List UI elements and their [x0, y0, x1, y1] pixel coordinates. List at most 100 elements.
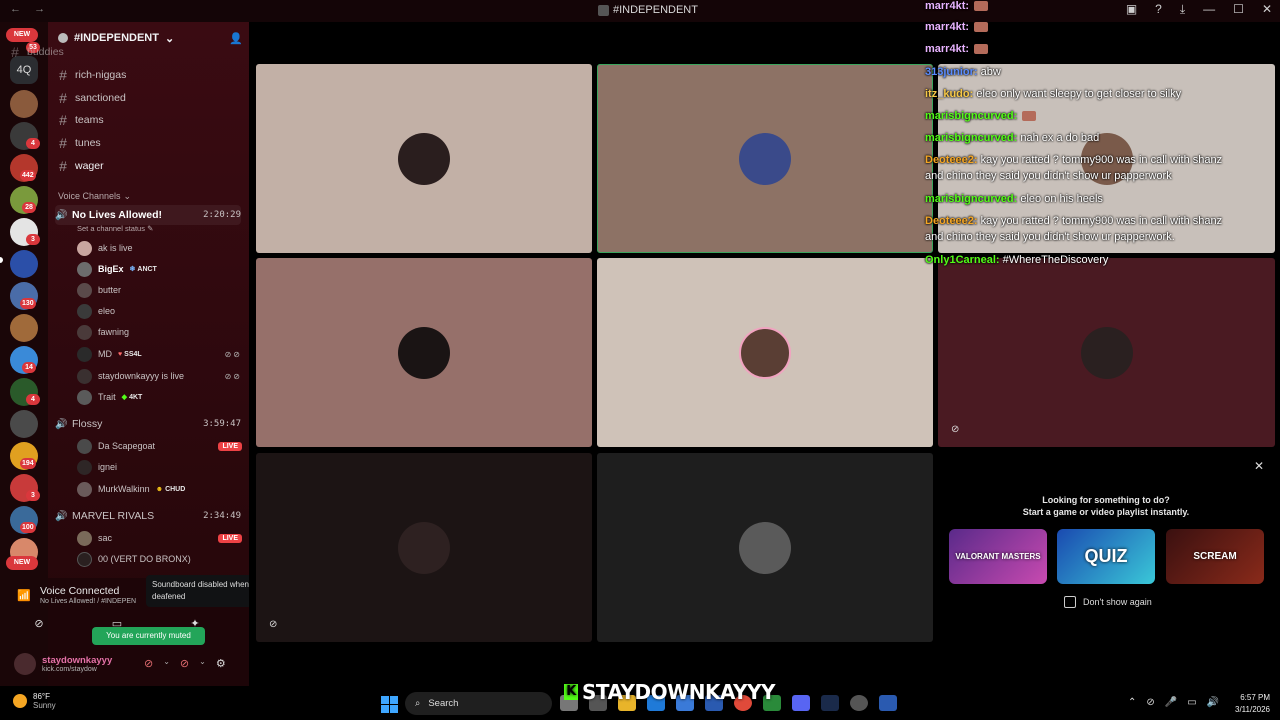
activity-card-scream[interactable]: SCREAM [1166, 529, 1264, 584]
voice-member[interactable]: ignei [77, 458, 242, 476]
display-icon[interactable]: ▭ [1187, 697, 1196, 708]
dont-show-again-checkbox[interactable]: Don't show again [1064, 596, 1152, 608]
voice-channel-no-lives-allowed[interactable]: 🔊 No Lives Allowed! 2:20:29 [55, 205, 241, 225]
chat-message: and chino they said you didn't show ur p… [925, 231, 1175, 243]
network-icon[interactable]: ⊘ [1146, 697, 1154, 708]
chat-text: and chino they said you didn't show ur p… [925, 170, 1172, 182]
channel-buddies[interactable]: # buddies [10, 43, 64, 61]
help-icon[interactable]: ? [1155, 2, 1162, 17]
voice-channels-header[interactable]: Voice Channels ⌄ [58, 191, 131, 202]
voice-member[interactable]: MD ♥ SS4L ⊘⊘ [77, 345, 242, 363]
download-icon[interactable]: ⤓ [1180, 2, 1185, 17]
participant-avatar [398, 132, 450, 185]
participant-tile[interactable] [597, 258, 933, 447]
chevron-down-icon[interactable]: ⌄ [199, 657, 206, 670]
hash-icon: # [59, 158, 67, 174]
channel-rich-niggas[interactable]: # rich-niggas [58, 66, 126, 84]
new-unreads-pill[interactable]: NEW [6, 556, 38, 570]
channel-label: wager [75, 160, 104, 172]
back-arrow-icon[interactable]: ← [10, 3, 21, 15]
minimize-icon[interactable]: — [1203, 2, 1215, 17]
clan-tag: ☻ CHUD [155, 485, 186, 493]
server-icon[interactable] [10, 90, 38, 118]
new-unreads-pill[interactable]: NEW [6, 28, 38, 42]
windows-start-icon[interactable] [381, 696, 398, 713]
microphone-icon[interactable]: 🎤 [1165, 697, 1177, 708]
mention-badge: 4 [26, 138, 40, 149]
activity-card-quiz[interactable]: QUIZ [1057, 529, 1155, 584]
app-icon[interactable] [879, 695, 897, 711]
mic-muted-icon[interactable]: ⊘ [144, 657, 153, 670]
participant-tile[interactable]: ⊘ [938, 258, 1275, 447]
close-icon[interactable]: ✕ [1254, 459, 1264, 473]
chat-username: marisbigncurved: [925, 193, 1021, 205]
channel-label: teams [75, 114, 104, 126]
weather-widget[interactable]: 86°F Sunny [13, 692, 56, 710]
window-title: #INDEPENDENT [598, 4, 698, 16]
steam-icon[interactable] [821, 695, 839, 711]
channel-label: sanctioned [75, 92, 126, 104]
voice-member[interactable]: MurkWalkinn ☻ CHUD [77, 480, 242, 498]
chat-username: Deoteee2: [925, 154, 981, 166]
signal-icon[interactable]: 📶 [17, 589, 31, 602]
close-icon[interactable]: ✕ [1262, 2, 1272, 17]
add-member-icon[interactable]: 👤 [229, 32, 243, 45]
gear-icon[interactable]: ⚙ [216, 657, 226, 670]
chat-message: marr4kt: [925, 21, 989, 33]
voice-member[interactable]: eleo [77, 302, 242, 320]
voice-member[interactable]: butter [77, 281, 242, 299]
member-name: sac [98, 533, 113, 543]
server-icon[interactable] [10, 410, 38, 438]
channel-tunes[interactable]: # tunes [58, 134, 101, 152]
channel-label: buddies [27, 46, 64, 58]
member-name: BigEx [98, 264, 124, 274]
voice-channel-flossy[interactable]: 🔊 Flossy 3:59:47 [55, 414, 241, 434]
hash-icon: # [59, 112, 67, 128]
headphones-deafened-icon[interactable]: ⊘ [180, 657, 189, 670]
clock[interactable]: 6:57 PM 3/11/2026 [1226, 692, 1270, 716]
chat-message: itz_kudo: eleo only want sleepy to get c… [925, 88, 1181, 100]
chat-text: and chino they said you didn't show ur p… [925, 231, 1175, 243]
participant-tile[interactable]: ⊘ [256, 453, 592, 642]
muted-toast: You are currently muted [92, 627, 205, 645]
channel-status[interactable]: Set a channel status ✎ [77, 224, 153, 233]
window-title-text: #INDEPENDENT [613, 4, 698, 16]
app-icon[interactable] [850, 695, 868, 711]
voice-member[interactable]: Trait ◆ 4KT [77, 388, 242, 406]
voice-channel-marvel-rivals[interactable]: 🔊 MARVEL RIVALS 2:34:49 [55, 506, 241, 526]
voice-connected-title: Voice Connected [40, 585, 120, 597]
checkbox[interactable] [1064, 596, 1076, 608]
participant-tile[interactable] [256, 258, 592, 447]
inbox-icon[interactable]: ▣ [1126, 2, 1137, 17]
participant-tile[interactable] [256, 64, 592, 253]
voice-connected-subtitle[interactable]: No Lives Allowed! / #INDEPEN [40, 598, 136, 605]
activity-card-valorant[interactable]: VALORANT MASTERS [949, 529, 1047, 584]
channel-wager[interactable]: # wager [58, 157, 104, 175]
discord-icon[interactable] [792, 695, 810, 711]
voice-member[interactable]: fawning [77, 323, 242, 341]
user-panel[interactable]: staydownkayyy kick.com/staydow [14, 653, 112, 675]
chevron-up-icon[interactable]: ⌃ [1128, 697, 1136, 708]
chat-message: marr4kt: [925, 43, 989, 55]
voice-member[interactable]: ak is live [77, 239, 242, 257]
volume-icon[interactable]: 🔊 [1207, 697, 1219, 708]
voice-member[interactable]: 00 (VERT DO BRONX) [77, 550, 242, 568]
chevron-down-icon[interactable]: ⌄ [163, 657, 170, 670]
server-icon[interactable] [10, 250, 38, 278]
voice-member[interactable]: Da Scapegoat LIVE [77, 437, 242, 455]
chat-username: marisbigncurved: [925, 132, 1021, 144]
forward-arrow-icon[interactable]: → [34, 3, 45, 15]
guild-header[interactable]: #INDEPENDENT ⌄ 👤 [58, 30, 243, 46]
taskbar-search[interactable]: ⌕ Search [405, 692, 552, 715]
participant-tile[interactable] [597, 453, 933, 642]
maximize-icon[interactable]: ☐ [1233, 2, 1244, 17]
server-icon[interactable] [10, 314, 38, 342]
channel-sanctioned[interactable]: # sanctioned [58, 89, 126, 107]
voice-member[interactable]: staydownkayyy is live ⊘⊘ [77, 367, 242, 385]
voice-member[interactable]: sac LIVE [77, 529, 242, 547]
channel-teams[interactable]: # teams [58, 111, 104, 129]
voice-member[interactable]: BigEx ❄ ANCT [77, 260, 242, 278]
camera-off-button[interactable]: ⊘ [20, 617, 58, 635]
participant-tile-speaking[interactable] [597, 64, 933, 253]
user-avatar[interactable] [14, 653, 36, 675]
